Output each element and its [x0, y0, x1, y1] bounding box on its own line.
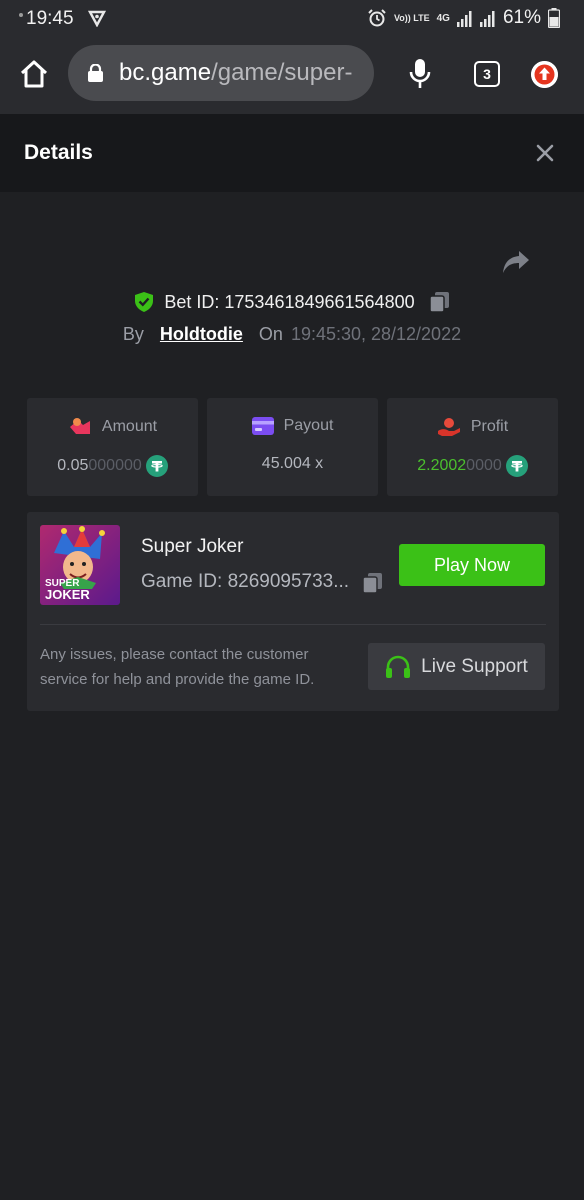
url-text: bc.game/game/super- — [119, 59, 352, 87]
url-domain: bc.game — [119, 59, 212, 86]
tether-icon — [505, 455, 528, 477]
amount-value-trailing: 000000 — [88, 457, 142, 474]
status-right-icons: Vo)) LTE 4G 61% — [367, 6, 560, 30]
payout-value: 45.004 x — [261, 455, 324, 472]
signal-icon — [479, 11, 495, 27]
payout-icon — [251, 417, 274, 435]
bet-id-row: Bet ID: 1753461849661564800 — [0, 288, 584, 316]
shield-check-icon — [135, 292, 154, 312]
amount-value: 0.05 — [57, 457, 89, 474]
update-icon[interactable] — [531, 61, 558, 88]
amount-label: Amount — [101, 418, 158, 435]
close-icon[interactable] — [536, 144, 554, 162]
username-link[interactable]: Holdtodie — [160, 324, 243, 345]
payout-label: Payout — [283, 417, 334, 434]
tabs-icon[interactable]: 3 — [474, 61, 500, 87]
by-label: By — [122, 324, 144, 344]
page-title: Details — [24, 141, 93, 164]
amount-card: Amount 0.05000000 — [27, 398, 198, 496]
address-bar[interactable]: bc.game/game/super- — [68, 45, 374, 101]
vpn-icon — [88, 10, 106, 27]
tab-count: 3 — [483, 66, 491, 82]
on-label: On — [258, 324, 283, 344]
bet-meta-row: By Holdtodie On 19:45:30, 28/12/2022 — [0, 324, 584, 345]
game-logo: SUPER JOKER — [45, 578, 90, 602]
payout-card: Payout 45.004 x — [207, 398, 378, 496]
battery-percent: 61% — [502, 7, 541, 28]
amount-icon — [69, 418, 90, 434]
tether-icon — [145, 455, 168, 477]
copy-icon[interactable] — [428, 291, 450, 313]
share-icon[interactable] — [502, 249, 530, 275]
help-text: Any issues, please contact the customer … — [40, 646, 315, 688]
live-support-label: Live Support — [421, 655, 528, 677]
game-logo-line-2: JOKER — [45, 587, 90, 602]
volte-label: Vo)) LTE — [393, 12, 430, 23]
home-icon[interactable] — [18, 58, 50, 90]
play-now-button[interactable]: Play Now — [399, 544, 545, 586]
details-header: Details — [0, 114, 584, 192]
url-path: /game/super- — [211, 59, 353, 86]
game-name: Super Joker — [141, 536, 244, 557]
network-type: 4G — [436, 12, 450, 24]
game-card: SUPER JOKER Super Joker Game ID: 8269095… — [27, 512, 559, 711]
browser-toolbar: bc.game/game/super- 3 — [0, 36, 584, 114]
lock-icon — [88, 64, 103, 82]
bet-datetime: 19:45:30, 28/12/2022 — [290, 324, 462, 344]
profit-value-trailing: 0000 — [466, 457, 502, 474]
notification-dot — [19, 13, 23, 17]
profit-card: Profit 2.20020000 — [387, 398, 558, 496]
live-support-button[interactable]: Live Support — [368, 643, 545, 690]
bet-id: Bet ID: 1753461849661564800 — [164, 291, 415, 312]
copy-icon[interactable] — [362, 572, 383, 594]
battery-icon — [548, 8, 560, 28]
alarm-icon — [368, 9, 386, 27]
divider — [40, 624, 546, 625]
status-bar: 19:45 Vo)) LTE 4G 61% — [0, 0, 584, 36]
signal-icon — [456, 11, 472, 27]
game-thumbnail[interactable]: SUPER JOKER — [40, 525, 120, 605]
status-time: 19:45 — [26, 8, 74, 29]
profit-icon — [437, 418, 460, 436]
profit-label: Profit — [470, 418, 509, 435]
game-id: Game ID: 8269095733... — [141, 571, 350, 592]
headset-icon — [386, 655, 411, 678]
profit-value: 2.2002 — [417, 457, 467, 474]
mic-icon[interactable] — [408, 58, 432, 90]
